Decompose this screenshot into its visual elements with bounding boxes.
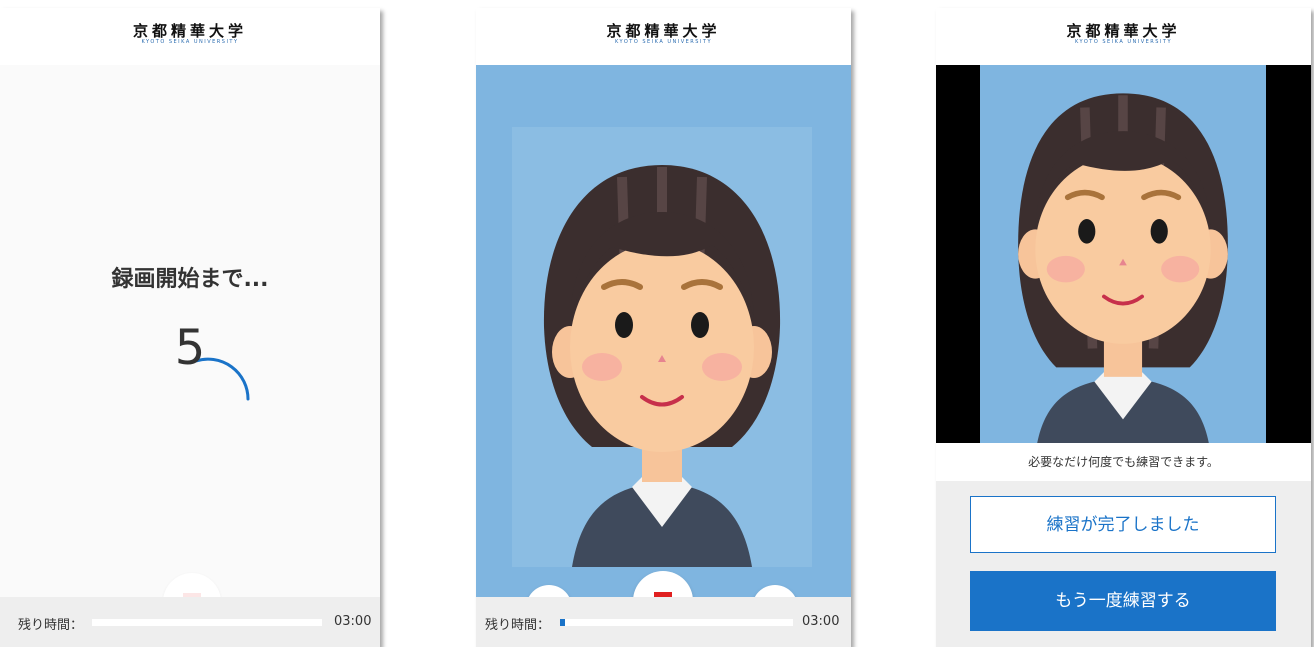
timer-value: 03:00 [334,614,372,629]
university-logo-en: KYOTO SEIKA UNIVERSITY [1074,39,1173,45]
practice-result-screen: 京都精華大学 KYOTO SEIKA UNIVERSITY 必要なだけ何度でも練… [936,8,1311,647]
retry-practice-button[interactable]: もう一度練習する [970,571,1276,631]
university-logo-en: KYOTO SEIKA UNIVERSITY [141,39,239,45]
countdown-number: 5 [174,320,206,376]
university-logo-jp: 京都精華大学 [132,22,247,40]
app-header: 京都精華大学 KYOTO SEIKA UNIVERSITY [476,8,851,65]
recording-screen: 京都精華大学 KYOTO SEIKA UNIVERSITY 残り時間： 03:0… [476,8,851,647]
camera-preview [476,65,851,631]
woman-portrait-illustration [543,165,781,567]
timer-label: 残り時間： [485,618,551,633]
timer-footer: 残り時間： 03:00 [0,597,380,647]
timer-label: 残り時間： [18,618,84,633]
playback-frame [980,65,1266,443]
university-logo-jp: 京都精華大学 [1066,22,1181,40]
countdown-screen: 京都精華大学 KYOTO SEIKA UNIVERSITY 録画開始まで... … [0,8,380,647]
university-logo-jp: 京都精華大学 [606,22,721,40]
timer-progress-bar [92,619,322,626]
portrait-image [512,127,812,567]
timer-value: 03:00 [802,614,840,629]
action-area: 練習が完了しました もう一度練習する [936,481,1311,647]
countdown-label: 録画開始まで... [111,267,269,292]
woman-portrait-illustration [1018,93,1228,443]
app-header: 京都精華大学 KYOTO SEIKA UNIVERSITY [936,8,1311,65]
practice-complete-button[interactable]: 練習が完了しました [970,496,1276,553]
timer-progress-bar [560,619,793,626]
university-logo-en: KYOTO SEIKA UNIVERSITY [614,39,713,45]
app-header: 京都精華大学 KYOTO SEIKA UNIVERSITY [0,8,380,65]
timer-progress-fill [560,619,565,626]
practice-caption: 必要なだけ何度でも練習できます。 [936,443,1311,481]
countdown-area: 録画開始まで... 5 [0,65,380,631]
video-playback[interactable] [936,65,1311,443]
timer-footer: 残り時間： 03:00 [476,597,851,647]
